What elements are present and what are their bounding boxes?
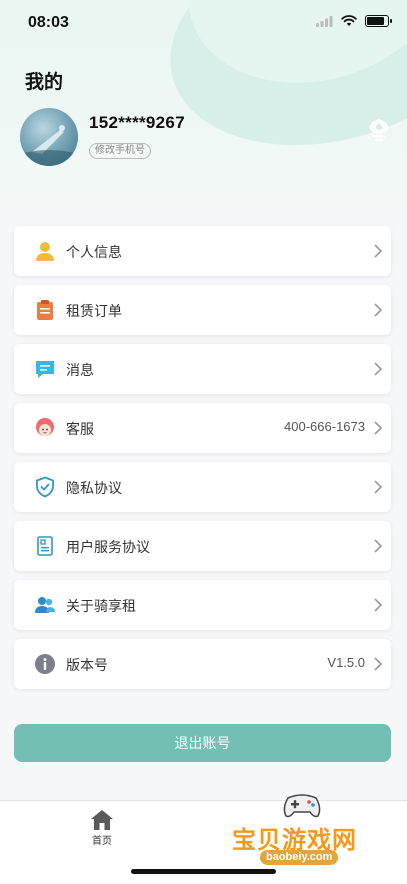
chevron-right-icon	[374, 421, 383, 435]
menu-item-messages[interactable]: 消息	[14, 344, 391, 394]
menu-item-label: 租赁订单	[66, 303, 122, 319]
info-icon	[35, 654, 55, 674]
settings-icon[interactable]	[366, 117, 392, 143]
menu-item-label: 用户服务协议	[66, 539, 150, 555]
logout-button[interactable]: 退出账号	[14, 724, 391, 762]
avatar[interactable]	[20, 108, 78, 166]
home-icon	[91, 810, 113, 830]
edit-phone-button[interactable]: 修改手机号	[89, 143, 151, 159]
menu-item-about[interactable]: 关于骑享租	[14, 580, 391, 630]
users-icon	[35, 597, 55, 613]
user-phone: 152****9267	[89, 113, 185, 132]
chevron-right-icon	[374, 362, 383, 376]
tab-home[interactable]: 首页	[82, 809, 122, 847]
chevron-right-icon	[374, 657, 383, 671]
battery-icon	[365, 15, 392, 27]
menu-item-label: 关于骑享租	[66, 598, 136, 614]
menu-item-customer-service[interactable]: 客服 400-666-1673	[14, 403, 391, 453]
user-icon	[36, 242, 54, 261]
chevron-right-icon	[374, 303, 383, 317]
menu-item-privacy-policy[interactable]: 隐私协议	[14, 462, 391, 512]
chevron-right-icon	[374, 480, 383, 494]
chevron-right-icon	[374, 244, 383, 258]
chevron-right-icon	[374, 598, 383, 612]
avatar-image-icon	[20, 125, 78, 166]
menu-item-user-agreement[interactable]: 用户服务协议	[14, 521, 391, 571]
menu-item-label: 消息	[66, 362, 94, 378]
message-icon	[36, 361, 54, 378]
page-title: 我的	[25, 72, 64, 93]
menu-item-label: 版本号	[66, 657, 108, 673]
chevron-right-icon	[374, 539, 383, 553]
watermark-url: baobeiy.com	[260, 850, 339, 865]
menu-item-rental-orders[interactable]: 租赁订单	[14, 285, 391, 335]
customer-service-icon	[36, 418, 54, 436]
cellular-signal-icon	[316, 15, 333, 27]
home-indicator	[131, 869, 276, 874]
watermark-logo: 宝贝游戏网 baobeiy.com	[232, 790, 382, 866]
document-icon	[37, 536, 53, 556]
menu-item-label: 个人信息	[66, 244, 122, 260]
service-phone-value: 400-666-1673	[284, 419, 365, 434]
wifi-icon	[341, 15, 357, 26]
status-time: 08:03	[28, 14, 69, 31]
menu-item-label: 客服	[66, 421, 94, 437]
tab-home-label: 首页	[92, 836, 112, 847]
menu-item-version[interactable]: 版本号 V1.5.0	[14, 639, 391, 689]
status-bar: 08:03	[0, 0, 407, 48]
version-value: V1.5.0	[327, 655, 365, 670]
clipboard-icon	[37, 300, 53, 320]
menu-item-personal-info[interactable]: 个人信息	[14, 226, 391, 276]
menu-item-label: 隐私协议	[66, 480, 122, 496]
gamepad-icon	[283, 794, 321, 818]
status-icons	[316, 15, 392, 27]
shield-icon	[36, 476, 54, 498]
